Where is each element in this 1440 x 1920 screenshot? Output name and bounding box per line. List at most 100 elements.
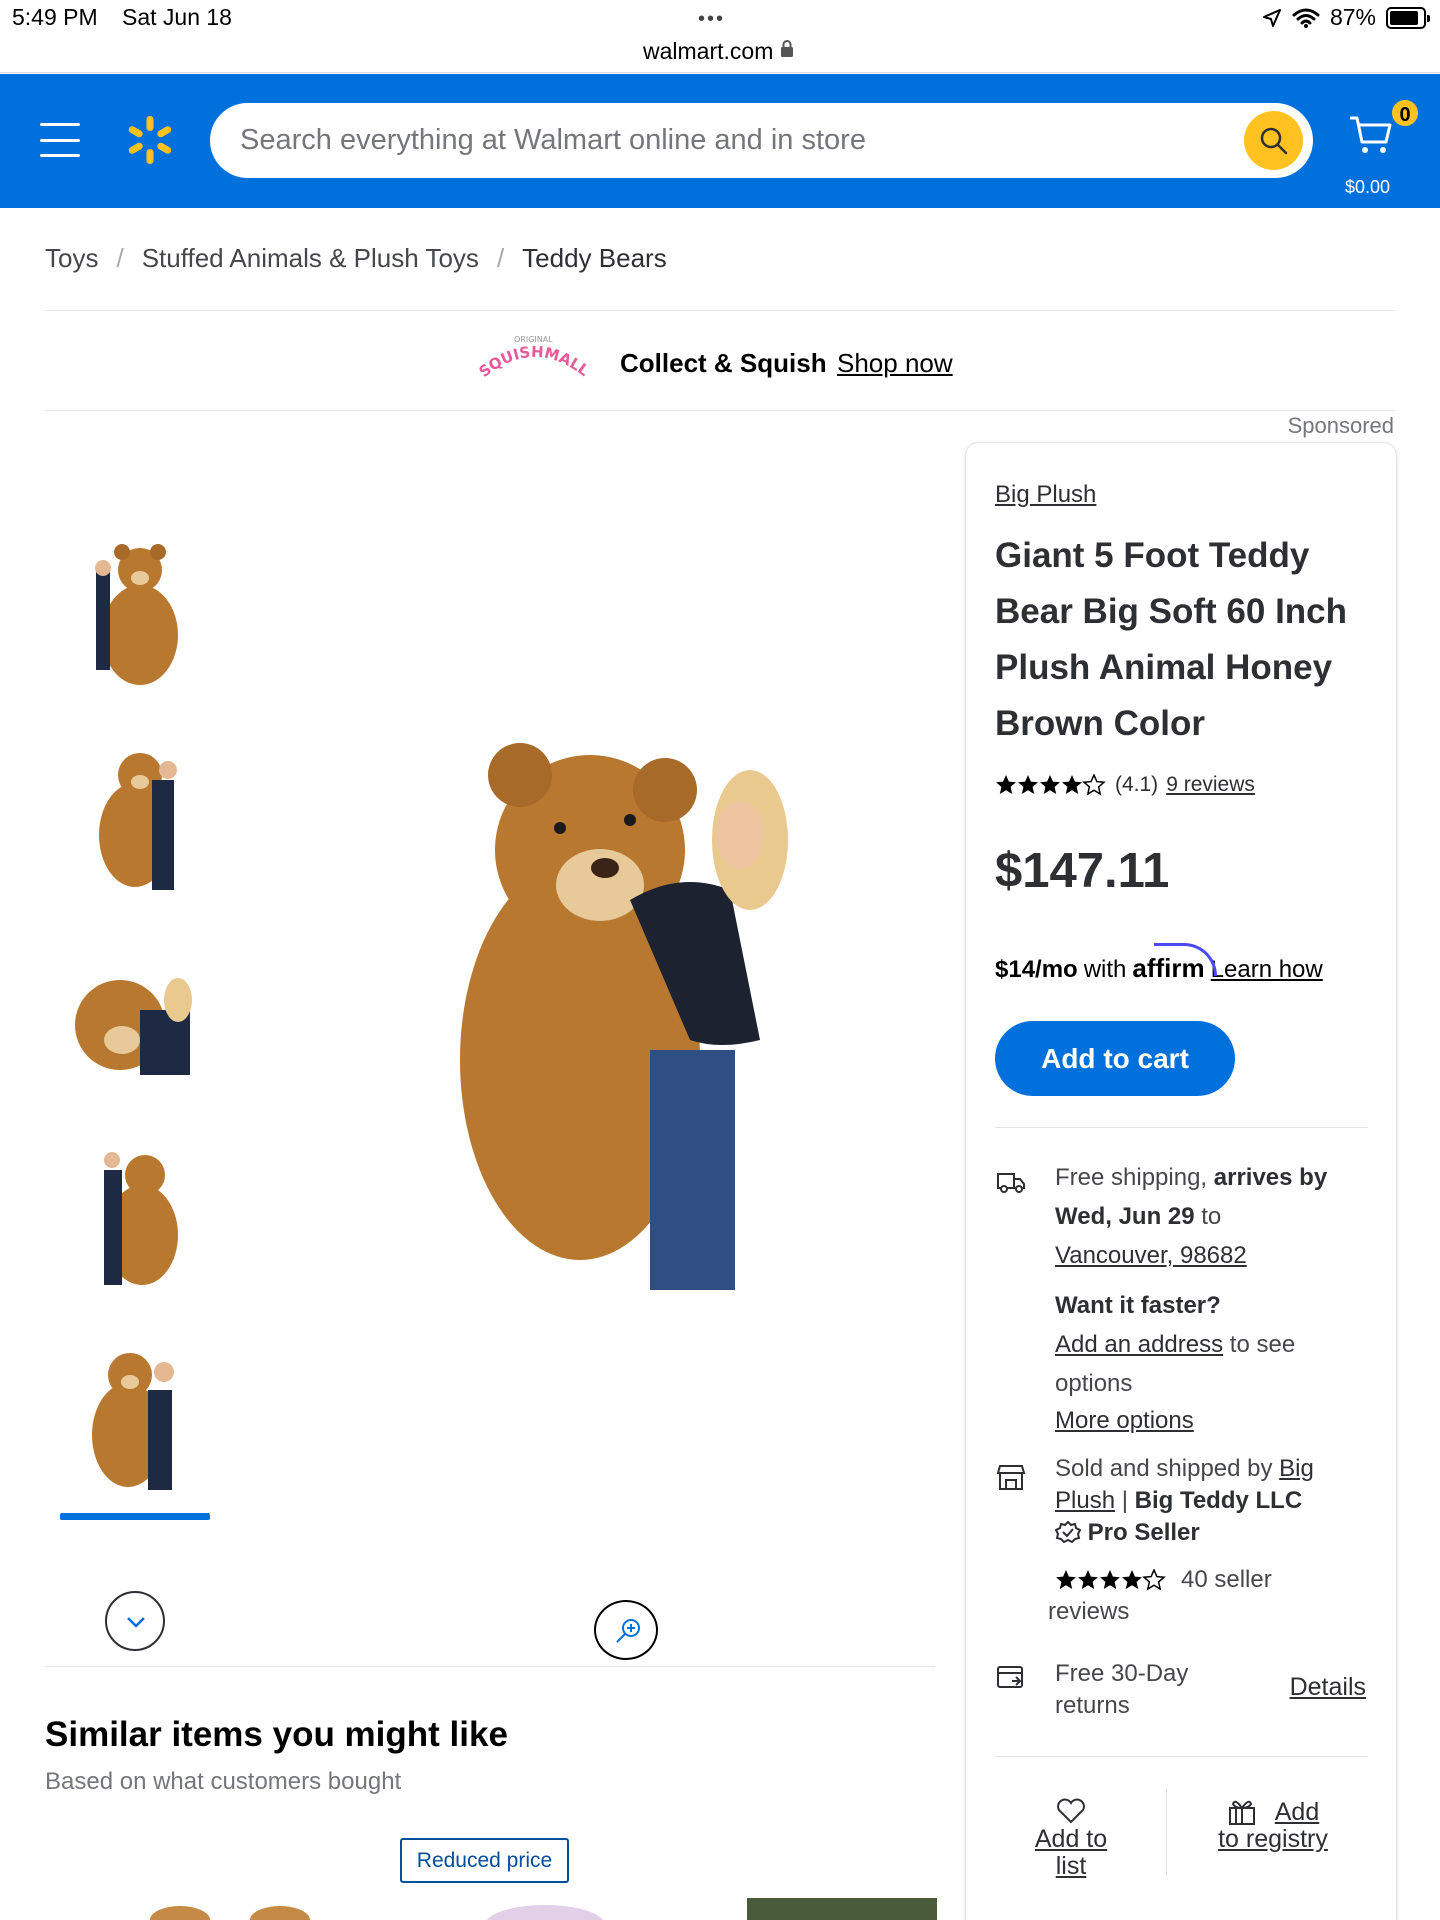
returns-line-1: Free 30-Day (1055, 1660, 1189, 1687)
add-to-registry-label-1: Add (1274, 1797, 1320, 1826)
similar-item-image-1[interactable] (130, 1895, 330, 1920)
free-shipping-text: Free shipping, (1055, 1164, 1208, 1191)
thumbnail-active-indicator (60, 1513, 210, 1520)
seller-link[interactable]: Plush (1055, 1487, 1115, 1514)
pro-seller-badge-icon (1054, 1520, 1082, 1544)
divider (1166, 1788, 1167, 1876)
status-indicators: 87% (1262, 4, 1430, 31)
affirm-with: with (1083, 956, 1127, 983)
similar-item-image-2[interactable] (480, 1895, 610, 1920)
seller-reviews-label[interactable]: reviews (1048, 1598, 1129, 1626)
chevron-down-icon (127, 1617, 145, 1628)
brand-link[interactable]: Big Plush (995, 481, 1096, 509)
affirm-learn-how-link[interactable]: Learn how (1211, 956, 1323, 984)
seller-name: Big Teddy LLC (1134, 1487, 1303, 1514)
returns-details-link[interactable]: Details (1290, 1673, 1366, 1702)
breadcrumb-item-toys[interactable]: Toys (45, 243, 98, 274)
heart-icon (1057, 1798, 1085, 1824)
ad-tagline: Collect & Squish (620, 348, 827, 378)
zoom-button[interactable] (594, 1600, 658, 1660)
divider (995, 1756, 1368, 1757)
lock-icon (781, 40, 793, 57)
breadcrumb-item-stuffed-animals[interactable]: Stuffed Animals & Plush Toys (142, 243, 479, 274)
site-header: 0 $0.00 (0, 74, 1440, 208)
add-to-cart-button[interactable]: Add to cart (995, 1021, 1235, 1096)
rating-value: (4.1) (1115, 773, 1159, 796)
product-rating: (4.1) 9 reviews (995, 773, 1255, 797)
cart-icon (1350, 116, 1392, 153)
returns-icon (997, 1666, 1023, 1688)
want-faster-text: Want it faster? (1055, 1292, 1221, 1319)
search-button[interactable] (1244, 111, 1303, 170)
truck-icon (997, 1173, 1025, 1193)
cart-count-badge: 0 (1390, 98, 1420, 128)
divider (995, 1127, 1368, 1128)
cart-button[interactable]: 0 $0.00 (1340, 98, 1420, 197)
to-see-text: to see (1229, 1331, 1296, 1358)
similar-item-image-3[interactable] (747, 1898, 937, 1920)
sponsored-label: Sponsored (1287, 413, 1394, 438)
add-to-list-button[interactable]: Add to list (1021, 1798, 1121, 1880)
thumbnail-2[interactable] (60, 740, 210, 900)
divider (45, 310, 1395, 311)
reviews-link[interactable]: 9 reviews (1166, 773, 1255, 797)
search-input[interactable] (240, 103, 1200, 178)
sold-by-text: Sold and shipped by (1055, 1455, 1273, 1482)
seller-pipe: | (1121, 1487, 1128, 1514)
faster-options: Want it faster? Add an address to see op… (1055, 1286, 1355, 1403)
delivery-location-link[interactable]: Vancouver, 98682 (1055, 1242, 1247, 1269)
menu-icon[interactable] (40, 123, 80, 157)
similar-items-subtitle: Based on what customers bought (45, 1768, 402, 1795)
search-icon (1260, 127, 1288, 155)
search-bar (210, 103, 1313, 178)
battery-percent: 87% (1329, 4, 1376, 30)
to-text: to (1201, 1203, 1222, 1230)
breadcrumb: Toys / Stuffed Animals & Plush Toys / Te… (45, 243, 667, 274)
returns-info: Free 30-Day returns (1055, 1658, 1255, 1722)
thumbnail-5[interactable] (60, 1340, 210, 1500)
breadcrumb-separator: / (496, 243, 505, 273)
thumbnail-3[interactable] (60, 940, 210, 1100)
returns-line-2: returns (1055, 1692, 1130, 1719)
breadcrumb-item-teddy-bears[interactable]: Teddy Bears (522, 243, 667, 274)
add-address-link[interactable]: Add an address (1055, 1331, 1223, 1358)
walmart-spark-logo[interactable] (124, 114, 176, 166)
thumbnail-4[interactable] (60, 1140, 210, 1300)
seller-link[interactable]: Big (1279, 1455, 1314, 1482)
battery-icon (1386, 6, 1430, 29)
more-options-link[interactable]: More options (1055, 1401, 1355, 1440)
add-to-list-label-2: list (1055, 1852, 1087, 1880)
thumbnail-1[interactable] (60, 540, 210, 700)
seller-reviews-count[interactable]: 40 seller (1181, 1566, 1272, 1594)
add-to-registry-label-2: to registry (1218, 1825, 1328, 1853)
options-text: options (1055, 1370, 1133, 1397)
seller-star-rating-icon (1056, 1569, 1165, 1590)
browser-status-bar: 5:49 PM Sat Jun 18 ••• walmart.com 87% (0, 0, 1440, 73)
tab-options-dots[interactable]: ••• (698, 8, 725, 31)
address-bar-url[interactable]: walmart.com (643, 38, 773, 65)
ad-shop-now-link[interactable]: Shop now (837, 348, 953, 379)
add-to-registry-button[interactable]: Add to registry (1203, 1798, 1343, 1853)
squishmallows-logo[interactable]: ORIGINAL SQUISHMALLOWS (476, 328, 592, 390)
product-buy-box: Big Plush Giant 5 Foot Teddy Bear Big So… (965, 442, 1397, 1920)
wifi-icon (1292, 8, 1320, 28)
delivery-date: Wed, Jun 29 (1055, 1203, 1195, 1230)
gallery-scroll-down-button[interactable] (105, 1591, 165, 1651)
product-main-image (460, 743, 788, 1290)
svg-text:ORIGINAL: ORIGINAL (514, 335, 553, 344)
shipping-info: Free shipping, arrives by Wed, Jun 29 to… (1055, 1158, 1355, 1275)
seller-rating: 40 seller (1055, 1566, 1272, 1594)
star-rating-icon (996, 774, 1105, 795)
affirm-financing: $14/mo with affirm Learn how (995, 943, 1323, 984)
breadcrumb-separator: / (116, 243, 124, 273)
status-time: 5:49 PM (12, 4, 98, 30)
pro-seller-label: Pro Seller (1087, 1519, 1200, 1546)
store-icon (996, 1465, 1026, 1490)
product-title: Giant 5 Foot Teddy Bear Big Soft 60 Inch… (995, 536, 1348, 743)
reduced-price-badge: Reduced price (400, 1838, 569, 1883)
zoom-in-icon (616, 1619, 640, 1643)
arrives-by-text: arrives by (1213, 1164, 1328, 1191)
affirm-amount: $14/mo (995, 956, 1078, 983)
location-arrow-icon (1262, 8, 1281, 27)
status-date: Sat Jun 18 (122, 4, 232, 30)
